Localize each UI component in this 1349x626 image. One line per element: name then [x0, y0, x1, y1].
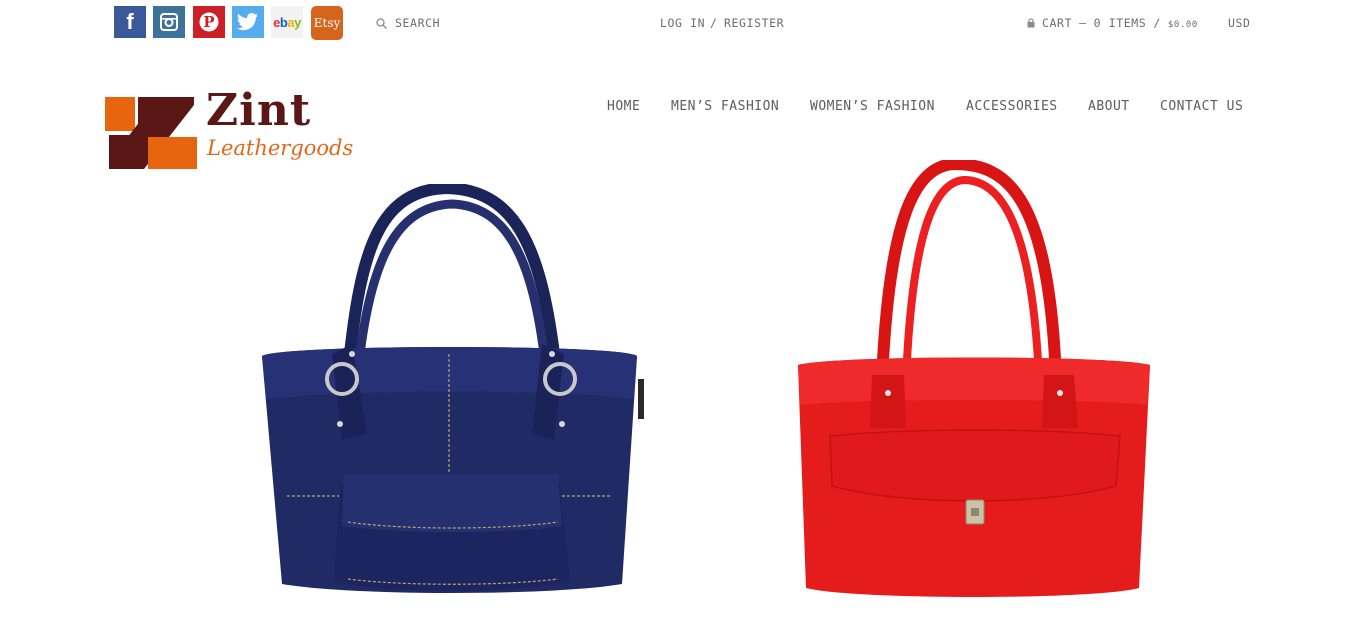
currency-selector[interactable]: USD [1228, 16, 1251, 30]
cart-items: 0 ITEMS [1093, 16, 1147, 30]
twitter-glyph [237, 13, 258, 31]
instagram-icon[interactable] [153, 6, 185, 38]
nav-accessories[interactable]: ACCESSORIES [966, 99, 1058, 114]
etsy-icon[interactable]: Etsy [311, 6, 343, 40]
search-input[interactable] [395, 16, 515, 30]
facebook-icon[interactable]: f [114, 6, 146, 38]
search-icon [376, 17, 387, 29]
logo-mark [105, 97, 197, 169]
lock-icon [1027, 18, 1035, 28]
nav-womens-fashion[interactable]: WOMEN’S FASHION [810, 99, 935, 114]
pinterest-icon[interactable]: P [193, 6, 225, 38]
product-image-red-handbag[interactable] [794, 157, 1154, 602]
ebay-logo-text: ebay [273, 14, 301, 30]
navy-handbag-image [262, 181, 644, 593]
login-link[interactable]: LOG IN [660, 16, 705, 30]
logo-wordmark: Zint [206, 85, 312, 136]
nav-about[interactable]: ABOUT [1088, 99, 1130, 114]
twitter-icon[interactable] [232, 6, 264, 38]
instagram-glyph [160, 13, 178, 31]
search-bar[interactable] [376, 16, 515, 30]
pinterest-glyph: P [199, 12, 219, 32]
nav-contact-us[interactable]: CONTACT US [1160, 99, 1243, 114]
account-separator: / [710, 16, 718, 30]
cart-link[interactable]: CART – 0 ITEMS / $0.00 [1027, 16, 1198, 30]
logo-subtitle: Leathergoods [207, 136, 354, 160]
cart-slash: / [1153, 16, 1161, 30]
register-link[interactable]: REGISTER [724, 16, 784, 30]
cart-dash: – [1079, 16, 1087, 30]
svg-text:P: P [203, 13, 214, 31]
site-logo[interactable]: Zint Leathergoods [104, 89, 356, 171]
product-image-navy-handbag[interactable] [252, 181, 652, 596]
cart-total: $0.00 [1167, 20, 1198, 30]
ebay-icon[interactable]: ebay [271, 6, 303, 38]
nav-home[interactable]: HOME [607, 99, 640, 114]
nav-mens-fashion[interactable]: MEN’S FASHION [671, 99, 779, 114]
cart-label: CART [1042, 16, 1073, 30]
red-handbag-image [798, 157, 1150, 597]
